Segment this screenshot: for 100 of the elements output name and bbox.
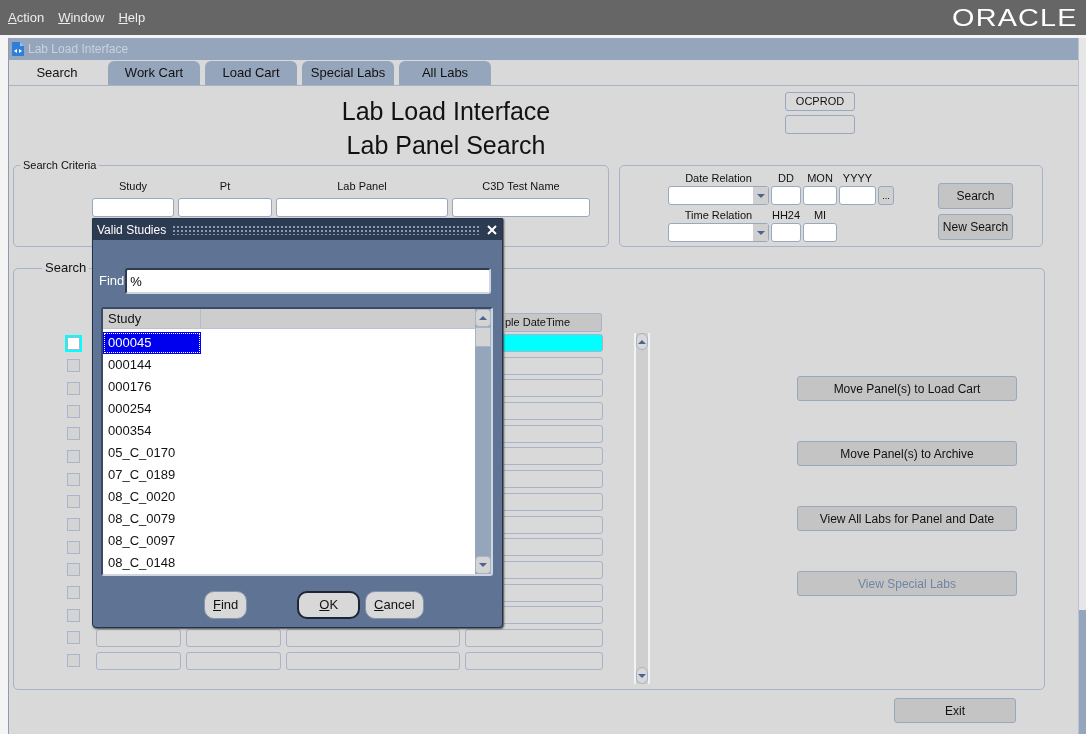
list-item[interactable]: 08_C_0020: [103, 486, 201, 508]
record-field[interactable]: [186, 651, 281, 670]
close-icon[interactable]: [486, 223, 498, 236]
tab[interactable]: All Labs: [399, 61, 491, 85]
checkbox[interactable]: [67, 563, 80, 577]
down-arrow-icon: [637, 672, 647, 679]
frame-title: Search: [42, 261, 90, 275]
list-item[interactable]: 08_C_0079: [103, 508, 201, 530]
dialog-button[interactable]: OK: [297, 591, 361, 619]
dialog-button[interactable]: Cancel: [365, 591, 424, 619]
record-field[interactable]: [186, 628, 281, 647]
list-item[interactable]: 08_C_0097: [103, 530, 201, 552]
checkbox[interactable]: [67, 495, 80, 509]
frame-title: Search Criteria: [20, 158, 100, 172]
checkbox[interactable]: [67, 359, 80, 373]
input-field[interactable]: [771, 223, 801, 242]
dropdown[interactable]: [668, 223, 769, 242]
list-item[interactable]: 000354: [103, 420, 201, 442]
field-label: Lab Panel: [336, 179, 388, 194]
list-button[interactable]: ...: [878, 186, 894, 205]
input-field[interactable]: [839, 186, 876, 205]
checkbox[interactable]: [67, 586, 80, 600]
search-button[interactable]: New Search: [938, 214, 1013, 240]
checkbox[interactable]: [67, 381, 80, 395]
action-button[interactable]: View All Labs for Panel and Date: [797, 506, 1017, 531]
list-item[interactable]: 000254: [103, 398, 201, 420]
checkbox[interactable]: [67, 336, 80, 350]
field-label: C3D Test Name: [481, 179, 561, 194]
tab[interactable]: Work Cart: [108, 61, 200, 85]
scroll-up-button[interactable]: [636, 333, 648, 350]
input-field[interactable]: [178, 197, 272, 217]
input-field[interactable]: [276, 197, 448, 217]
dialog-button[interactable]: Find: [204, 591, 248, 619]
field-label: YYYY: [841, 172, 874, 186]
record-field[interactable]: [96, 628, 181, 647]
scroll-down-button[interactable]: [636, 667, 648, 684]
field-label: HH24: [771, 209, 801, 223]
field-label: Find: [99, 272, 125, 291]
record-field[interactable]: [465, 651, 603, 670]
field-label: Study: [117, 179, 149, 194]
tab[interactable]: Special Labs: [302, 61, 394, 85]
field-label: Time Relation: [683, 209, 754, 223]
brand-logo: ORACLE: [952, 5, 1078, 30]
checkbox[interactable]: [67, 540, 80, 554]
menu-item[interactable]: Action: [8, 7, 45, 28]
checkbox[interactable]: [67, 404, 80, 418]
caret-icon: [755, 192, 766, 199]
input-field[interactable]: [452, 197, 590, 217]
dropdown[interactable]: [668, 186, 769, 205]
exit-button[interactable]: Exit: [894, 698, 1016, 723]
list-item[interactable]: 000176: [103, 376, 201, 398]
menu-item[interactable]: Window: [58, 7, 105, 28]
column-header: Study: [103, 309, 201, 328]
up-arrow-icon: [637, 338, 647, 345]
caret-icon: [755, 229, 766, 236]
scroll-up-button[interactable]: [475, 309, 491, 327]
field-label: MI: [812, 209, 828, 223]
menu-item[interactable]: Help: [118, 7, 146, 28]
field-label: Pt: [218, 179, 232, 194]
list-item[interactable]: 000144: [103, 354, 201, 376]
field-label: DD: [777, 172, 795, 186]
input-field[interactable]: [803, 223, 837, 242]
status-field: [785, 115, 855, 134]
field-label: MON: [806, 172, 834, 186]
scrollbar[interactable]: [475, 309, 491, 574]
checkbox[interactable]: [67, 472, 80, 486]
checkbox[interactable]: [67, 654, 80, 668]
record-field[interactable]: [465, 628, 603, 647]
dialog-title: Valid Studies: [97, 221, 167, 239]
search-button[interactable]: Search: [938, 183, 1013, 209]
record-field[interactable]: [96, 651, 181, 670]
record-field[interactable]: [286, 628, 460, 647]
list-item[interactable]: 07_C_0189: [103, 464, 201, 486]
form-heading: Lab Load Interface: [340, 96, 552, 127]
scroll-down-button[interactable]: [475, 556, 491, 574]
checkbox[interactable]: [67, 608, 80, 622]
action-button[interactable]: Move Panel(s) to Archive: [797, 441, 1017, 466]
column-header: ple DateTime: [505, 313, 602, 332]
record-field[interactable]: [286, 651, 460, 670]
checkbox[interactable]: [67, 449, 80, 463]
input-field[interactable]: [92, 197, 174, 217]
form-heading: Lab Panel Search: [345, 130, 547, 161]
up-arrow-icon: [478, 315, 488, 321]
instance-field: OCPROD: [785, 92, 855, 111]
checkbox[interactable]: [67, 518, 80, 531]
search-field[interactable]: %: [125, 268, 492, 294]
tab[interactable]: Load Cart: [205, 61, 297, 85]
input-field[interactable]: [803, 186, 837, 205]
down-arrow-icon: [478, 562, 488, 568]
checkbox[interactable]: [67, 631, 80, 645]
field-label: Date Relation: [684, 172, 753, 186]
list-item[interactable]: 000045: [103, 332, 201, 354]
scrollbar[interactable]: [1078, 38, 1086, 734]
action-button[interactable]: Move Panel(s) to Load Cart: [797, 376, 1017, 401]
list-item[interactable]: 08_C_0148: [103, 552, 201, 574]
input-field[interactable]: [771, 186, 801, 205]
scroll-thumb[interactable]: [475, 327, 491, 347]
document-icon: [11, 41, 25, 57]
list-item[interactable]: 05_C_0170: [103, 442, 201, 464]
checkbox[interactable]: [67, 427, 80, 441]
